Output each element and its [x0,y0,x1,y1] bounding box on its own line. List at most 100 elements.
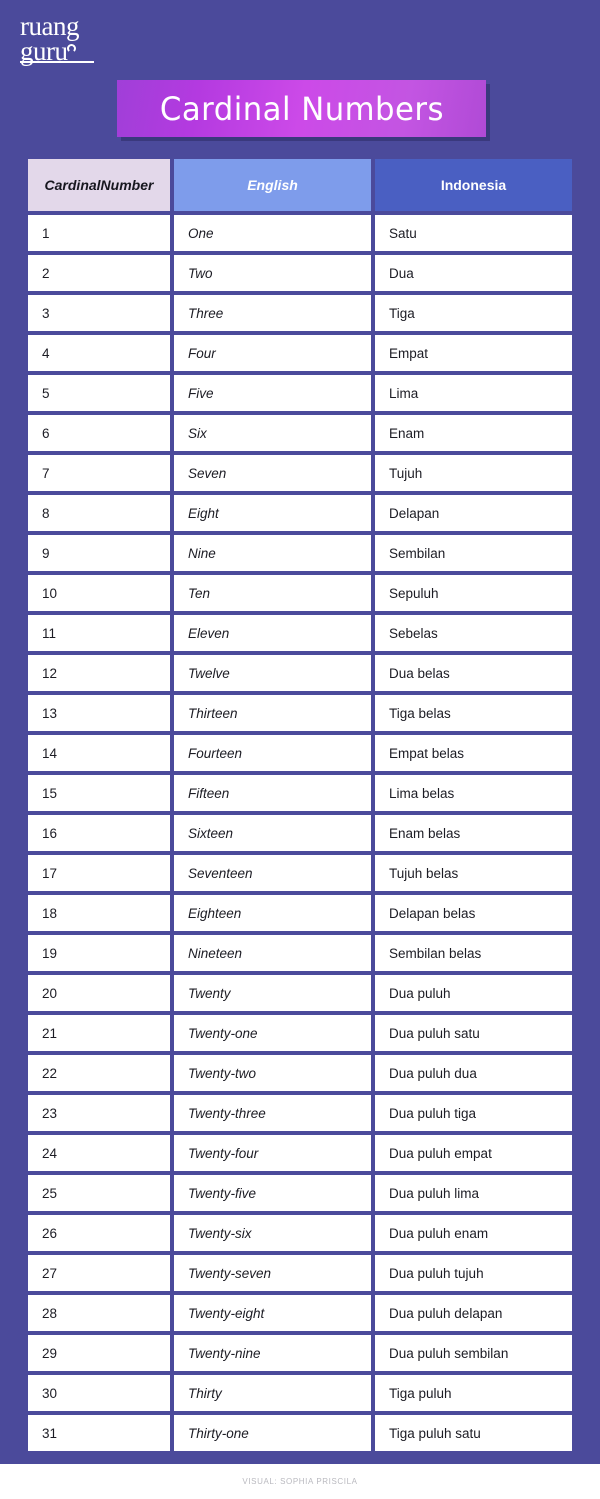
table-row: 30 Thirty Tiga puluh [26,1373,574,1413]
cell-indonesia: Dua puluh tiga [373,1093,574,1133]
cell-english: Two [172,253,373,293]
cell-english: Twenty-six [172,1213,373,1253]
table-row: 20 Twenty Dua puluh [26,973,574,1013]
table-row: 23 Twenty-three Dua puluh tiga [26,1093,574,1133]
cell-english: Five [172,373,373,413]
cell-english: Twenty-four [172,1133,373,1173]
cell-indonesia: Delapan [373,493,574,533]
cell-indonesia: Enam belas [373,813,574,853]
cell-english: Twenty-seven [172,1253,373,1293]
cell-cardinal-number: 20 [26,973,172,1013]
cell-indonesia: Dua puluh tujuh [373,1253,574,1293]
cell-cardinal-number: 11 [26,613,172,653]
cell-english: Twenty-three [172,1093,373,1133]
cell-english: Twenty-one [172,1013,373,1053]
cell-cardinal-number: 10 [26,573,172,613]
cell-english: Twenty-eight [172,1293,373,1333]
cell-english: Seven [172,453,373,493]
table-row: 24 Twenty-four Dua puluh empat [26,1133,574,1173]
cell-english: Eleven [172,613,373,653]
table-row: 3 Three Tiga [26,293,574,333]
table-header-row: Cardinal Number English Indonesia [26,157,574,213]
table-row: 22 Twenty-two Dua puluh dua [26,1053,574,1093]
cell-indonesia: Tiga [373,293,574,333]
cell-indonesia: Dua puluh delapan [373,1293,574,1333]
cell-indonesia: Tujuh [373,453,574,493]
cell-indonesia: Tiga puluh [373,1373,574,1413]
cell-cardinal-number: 15 [26,773,172,813]
cell-cardinal-number: 18 [26,893,172,933]
cell-cardinal-number: 9 [26,533,172,573]
cell-indonesia: Dua belas [373,653,574,693]
cell-cardinal-number: 25 [26,1173,172,1213]
column-header-cardinal-number: Cardinal Number [26,157,172,213]
cell-indonesia: Lima [373,373,574,413]
table-row: 9 Nine Sembilan [26,533,574,573]
cell-cardinal-number: 5 [26,373,172,413]
cell-cardinal-number: 26 [26,1213,172,1253]
column-header-english: English [172,157,373,213]
cell-cardinal-number: 7 [26,453,172,493]
cell-cardinal-number: 4 [26,333,172,373]
cell-cardinal-number: 2 [26,253,172,293]
cell-indonesia: Dua puluh sembilan [373,1333,574,1373]
cell-cardinal-number: 3 [26,293,172,333]
cell-cardinal-number: 16 [26,813,172,853]
cell-english: Thirteen [172,693,373,733]
cell-indonesia: Satu [373,213,574,253]
cell-english: Eighteen [172,893,373,933]
cell-cardinal-number: 14 [26,733,172,773]
cell-cardinal-number: 8 [26,493,172,533]
cell-indonesia: Sembilan [373,533,574,573]
cell-indonesia: Enam [373,413,574,453]
table-row: 10 Ten Sepuluh [26,573,574,613]
cell-english: Fourteen [172,733,373,773]
table-row: 12 Twelve Dua belas [26,653,574,693]
table-row: 21 Twenty-one Dua puluh satu [26,1013,574,1053]
table-row: 14 Fourteen Empat belas [26,733,574,773]
cell-indonesia: Dua [373,253,574,293]
title-banner: Cardinal Numbers [117,80,490,141]
cell-cardinal-number: 17 [26,853,172,893]
cell-indonesia: Dua puluh lima [373,1173,574,1213]
cell-indonesia: Sembilan belas [373,933,574,973]
table-body: 1 One Satu 2 Two Dua 3 Three Tiga 4 Four Empat 5 Five… [26,213,574,1453]
column-header-cardinal-number-line2: Number [100,176,154,193]
cell-cardinal-number: 19 [26,933,172,973]
cell-cardinal-number: 21 [26,1013,172,1053]
cell-english: Twenty-two [172,1053,373,1093]
table-row: 5 Five Lima [26,373,574,413]
cell-cardinal-number: 22 [26,1053,172,1093]
cell-english: Eight [172,493,373,533]
cell-indonesia: Dua puluh [373,973,574,1013]
table-row: 26 Twenty-six Dua puluh enam [26,1213,574,1253]
cell-indonesia: Empat [373,333,574,373]
cell-indonesia: Sebelas [373,613,574,653]
cell-cardinal-number: 30 [26,1373,172,1413]
cell-cardinal-number: 6 [26,413,172,453]
cell-indonesia: Tiga puluh satu [373,1413,574,1453]
cell-indonesia: Sepuluh [373,573,574,613]
cell-cardinal-number: 12 [26,653,172,693]
cell-cardinal-number: 13 [26,693,172,733]
cell-cardinal-number: 29 [26,1333,172,1373]
table-row: 8 Eight Delapan [26,493,574,533]
footer: VISUAL: SOPHIA PRISCILA [0,1464,600,1499]
ruangguru-logo: ruang guru [20,12,130,65]
table-row: 25 Twenty-five Dua puluh lima [26,1173,574,1213]
cell-indonesia: Dua puluh enam [373,1213,574,1253]
title-banner-box: Cardinal Numbers [117,80,486,137]
table-row: 31 Thirty-one Tiga puluh satu [26,1413,574,1453]
cell-cardinal-number: 24 [26,1133,172,1173]
cell-english: Twenty-nine [172,1333,373,1373]
cell-english: Three [172,293,373,333]
cell-cardinal-number: 28 [26,1293,172,1333]
purple-canvas: ruang guru Cardinal Numbers Cardinal Num… [0,0,600,1464]
table-row: 4 Four Empat [26,333,574,373]
infographic-page: ruang guru Cardinal Numbers Cardinal Num… [0,0,600,1499]
cell-english: Seventeen [172,853,373,893]
cell-english: Six [172,413,373,453]
cell-english: Twelve [172,653,373,693]
column-header-cardinal-number-line1: Cardinal [44,176,101,193]
cell-indonesia: Delapan belas [373,893,574,933]
